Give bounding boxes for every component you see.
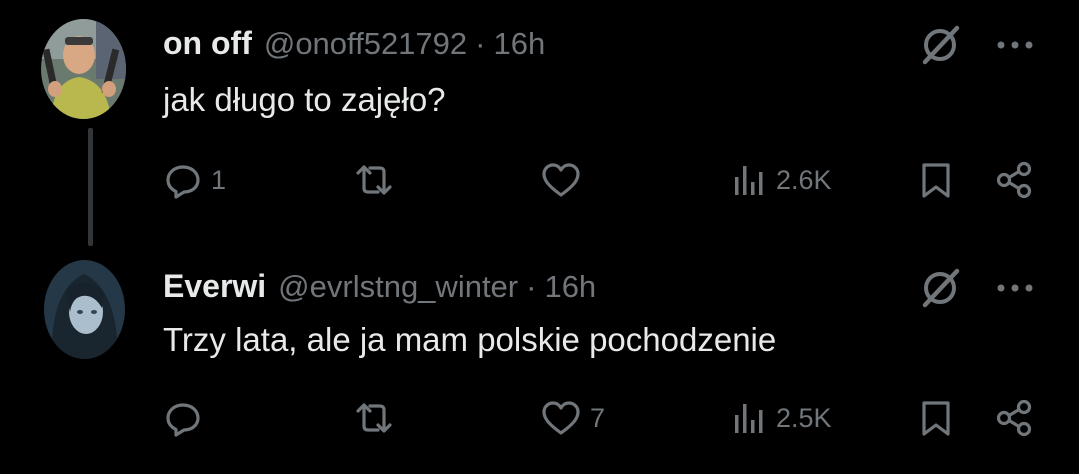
more-options-icon[interactable]	[995, 283, 1035, 293]
tweet[interactable]: on off @onoff521792 · 16h jak długo to z…	[0, 0, 1079, 246]
more-options-icon[interactable]	[995, 40, 1035, 50]
avatar[interactable]	[44, 260, 125, 359]
timestamp[interactable]: 16h	[493, 28, 545, 59]
grok-icon[interactable]	[919, 22, 963, 66]
share-button[interactable]	[994, 395, 1036, 441]
views-count: 2.6K	[776, 164, 832, 195]
like-count: 7	[590, 402, 606, 433]
tweet[interactable]: Everwi @evrlstng_winter · 16h Trzy lata,…	[0, 240, 1079, 474]
bookmark-icon	[922, 163, 950, 198]
avatar-photo	[41, 19, 126, 119]
retweet-button[interactable]	[352, 395, 404, 441]
reply-icon	[166, 165, 200, 199]
tweet-header: on off @onoff521792 · 16h	[163, 27, 545, 59]
views-button[interactable]: 2.5K	[730, 395, 832, 441]
heart-icon	[542, 401, 580, 435]
avatar-photo	[44, 260, 125, 359]
share-icon	[996, 399, 1032, 437]
avatar[interactable]	[41, 19, 126, 119]
bookmark-icon	[922, 401, 950, 436]
retweet-icon	[356, 165, 392, 195]
views-button[interactable]: 2.6K	[730, 157, 832, 203]
share-button[interactable]	[994, 157, 1036, 203]
tweet-header: Everwi @evrlstng_winter · 16h	[163, 270, 596, 302]
heart-icon	[542, 163, 580, 197]
retweet-icon	[356, 403, 392, 433]
separator-dot: ·	[526, 269, 537, 304]
views-chart-icon	[735, 404, 763, 433]
user-handle[interactable]: @evrlstng_winter	[278, 271, 518, 302]
user-handle[interactable]: @onoff521792	[264, 28, 467, 59]
share-icon	[996, 161, 1032, 199]
grok-icon[interactable]	[919, 265, 963, 309]
reply-icon	[166, 403, 200, 437]
bookmark-button[interactable]	[916, 395, 956, 441]
tweet-text: Trzy lata, ale ja mam polskie pochodzeni…	[163, 321, 777, 358]
tweet-actions: 7 2.5K	[0, 395, 1079, 441]
tweet-text: jak długo to zajęło?	[163, 81, 446, 118]
display-name[interactable]: on off	[163, 27, 252, 59]
views-chart-icon	[735, 166, 763, 195]
views-count: 2.5K	[776, 402, 832, 433]
separator-dot: ·	[475, 26, 486, 61]
like-button[interactable]	[540, 157, 590, 203]
reply-button[interactable]	[163, 395, 211, 441]
reply-count: 1	[211, 164, 227, 195]
display-name[interactable]: Everwi	[163, 270, 266, 302]
tweet-actions: 1 2.6K	[0, 157, 1079, 203]
bookmark-button[interactable]	[916, 157, 956, 203]
like-button[interactable]: 7	[540, 395, 605, 441]
retweet-button[interactable]	[352, 157, 404, 203]
reply-thread: on off @onoff521792 · 16h jak długo to z…	[0, 0, 1079, 474]
reply-button[interactable]: 1	[163, 157, 226, 203]
timestamp[interactable]: 16h	[544, 271, 596, 302]
